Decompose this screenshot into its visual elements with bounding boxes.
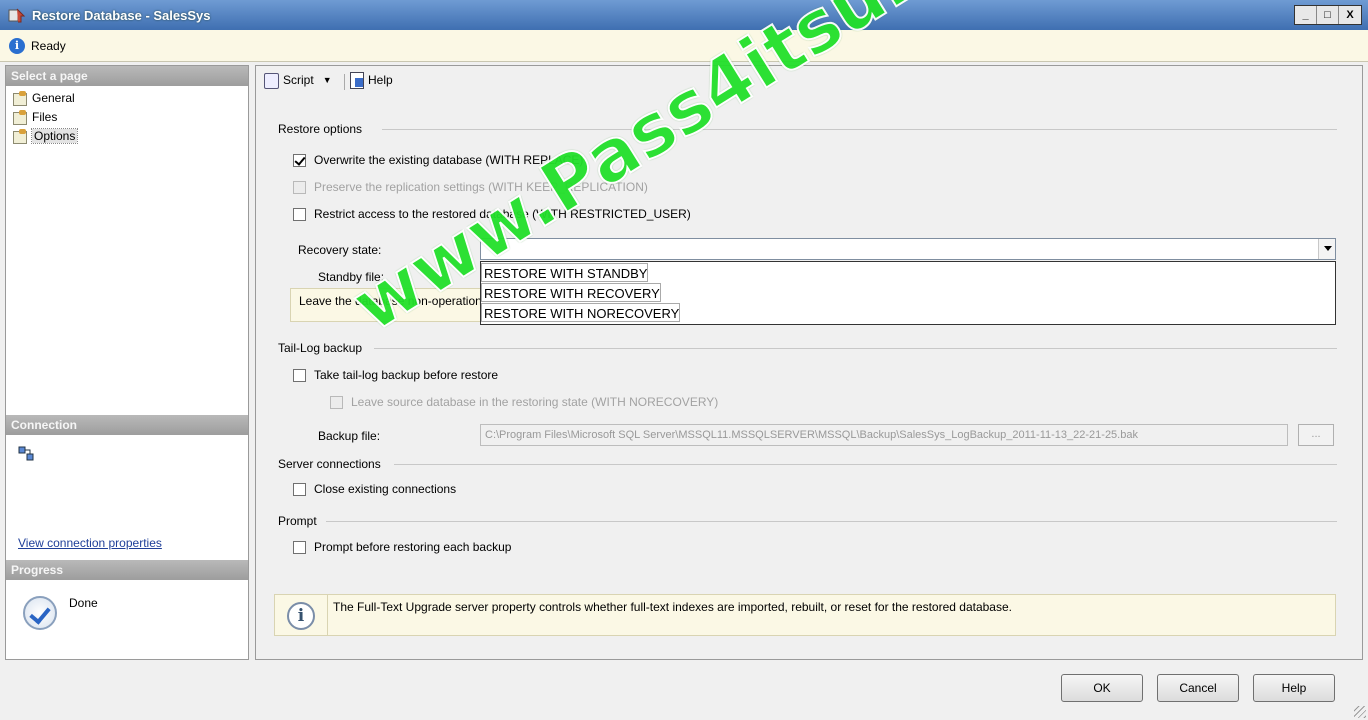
minimize-button[interactable]: _: [1295, 6, 1317, 24]
status-bar: i Ready: [0, 30, 1368, 62]
section-divider: [374, 348, 1337, 349]
page-label: Files: [32, 110, 58, 124]
info-text: The Full-Text Upgrade server property co…: [333, 600, 1012, 614]
checkbox-label: Restrict access to the restored database…: [314, 207, 691, 221]
help-toolbar-button[interactable]: Help: [349, 72, 393, 89]
page-item-files[interactable]: Files: [12, 108, 57, 126]
restore-database-icon: [8, 8, 26, 23]
script-icon: [262, 72, 280, 89]
dropdown-option-recovery[interactable]: RESTORE WITH RECOVERY: [481, 283, 661, 302]
left-pane: Select a page General Files Options Conn…: [5, 65, 249, 660]
checkbox-label: Take tail-log backup before restore: [314, 368, 499, 382]
chevron-down-icon[interactable]: ▼: [323, 75, 332, 85]
dropdown-option-norecovery[interactable]: RESTORE WITH NORECOVERY: [481, 303, 681, 322]
script-button[interactable]: Script ▼: [262, 72, 332, 89]
backup-file-value: C:\Program Files\Microsoft SQL Server\MS…: [485, 429, 1138, 441]
cancel-button[interactable]: Cancel: [1157, 674, 1239, 702]
recovery-state-combo[interactable]: [480, 238, 1336, 260]
page-icon: [12, 110, 28, 125]
script-label: Script: [283, 73, 314, 87]
options-page: Script ▼ Help Restore options Overwrite …: [255, 65, 1363, 660]
ok-button[interactable]: OK: [1061, 674, 1143, 702]
checkbox-box[interactable]: [293, 482, 306, 496]
info-icon: i: [9, 38, 25, 54]
checkbox-label: Leave source database in the restoring s…: [351, 395, 719, 409]
toolbar-separator: [344, 74, 345, 90]
checkbox-label: Prompt before restoring each backup: [314, 540, 512, 554]
info-bar: i The Full-Text Upgrade server property …: [274, 594, 1336, 636]
page-label: General: [32, 91, 75, 105]
backup-file-label: Backup file:: [318, 429, 381, 443]
status-text: Ready: [31, 39, 66, 53]
dropdown-option-standby[interactable]: RESTORE WITH STANDBY: [481, 263, 649, 282]
backup-file-field: C:\Program Files\Microsoft SQL Server\MS…: [480, 424, 1288, 446]
overwrite-checkbox[interactable]: Overwrite the existing database (WITH RE…: [293, 153, 583, 167]
checkbox-box: [330, 395, 343, 409]
hint-text: Leave the database non-operational: [299, 294, 490, 308]
title-bar: Restore Database - SalesSys _ □ X: [0, 0, 1368, 30]
server-connections-label: Server connections: [278, 457, 381, 471]
checkbox-box[interactable]: [293, 153, 306, 167]
section-divider: [326, 521, 1337, 522]
checkbox-label: Close existing connections: [314, 482, 457, 496]
section-divider: [382, 129, 1337, 130]
connection-icon: [18, 446, 34, 461]
page-icon: [12, 129, 28, 144]
section-divider: [394, 464, 1337, 465]
page-item-options[interactable]: Options: [12, 127, 79, 145]
view-connection-properties-link[interactable]: View connection properties: [18, 536, 162, 550]
tail-log-backup-label: Tail-Log backup: [278, 341, 363, 355]
info-icon: i: [287, 602, 315, 630]
chevron-down-icon[interactable]: [1318, 239, 1335, 259]
info-divider: [327, 595, 328, 635]
window-controls: _ □ X: [1294, 5, 1362, 25]
help-label: Help: [368, 73, 393, 87]
hint-box: Leave the database non-operational: [290, 288, 490, 322]
window-title: Restore Database - SalesSys: [32, 8, 211, 23]
close-button[interactable]: X: [1339, 6, 1361, 24]
take-tail-log-checkbox[interactable]: Take tail-log backup before restore: [293, 368, 498, 382]
progress-header: Progress: [6, 560, 248, 580]
help-button[interactable]: Help: [1253, 674, 1335, 702]
standby-file-label: Standby file:: [318, 270, 385, 284]
restore-options-label: Restore options: [278, 122, 363, 136]
recovery-state-label: Recovery state:: [298, 243, 382, 257]
prompt-label: Prompt: [278, 514, 317, 528]
checkbox-label: Preserve the replication settings (WITH …: [314, 180, 648, 194]
checkbox-box[interactable]: [293, 207, 306, 221]
checkbox-label: Overwrite the existing database (WITH RE…: [314, 153, 584, 167]
preserve-replication-checkbox: Preserve the replication settings (WITH …: [293, 180, 648, 194]
resize-grip-icon[interactable]: [1354, 706, 1366, 718]
close-connections-checkbox[interactable]: Close existing connections: [293, 482, 456, 496]
page-label: Options: [30, 128, 79, 144]
page-item-general[interactable]: General: [12, 89, 75, 107]
checkbox-box[interactable]: [293, 368, 306, 382]
browse-button: ...: [1298, 424, 1334, 446]
page-icon: [12, 91, 28, 106]
connection-header: Connection: [6, 415, 248, 435]
progress-status: Done: [69, 596, 98, 610]
leave-restoring-checkbox: Leave source database in the restoring s…: [330, 395, 718, 409]
done-check-icon: [23, 596, 57, 630]
select-page-header: Select a page: [6, 66, 248, 86]
prompt-before-checkbox[interactable]: Prompt before restoring each backup: [293, 540, 511, 554]
maximize-button[interactable]: □: [1317, 6, 1339, 24]
checkbox-box[interactable]: [293, 540, 306, 554]
help-icon: [349, 72, 365, 89]
checkbox-box: [293, 180, 306, 194]
recovery-state-dropdown[interactable]: RESTORE WITH STANDBY RESTORE WITH RECOVE…: [480, 261, 1336, 325]
restrict-access-checkbox[interactable]: Restrict access to the restored database…: [293, 207, 691, 221]
